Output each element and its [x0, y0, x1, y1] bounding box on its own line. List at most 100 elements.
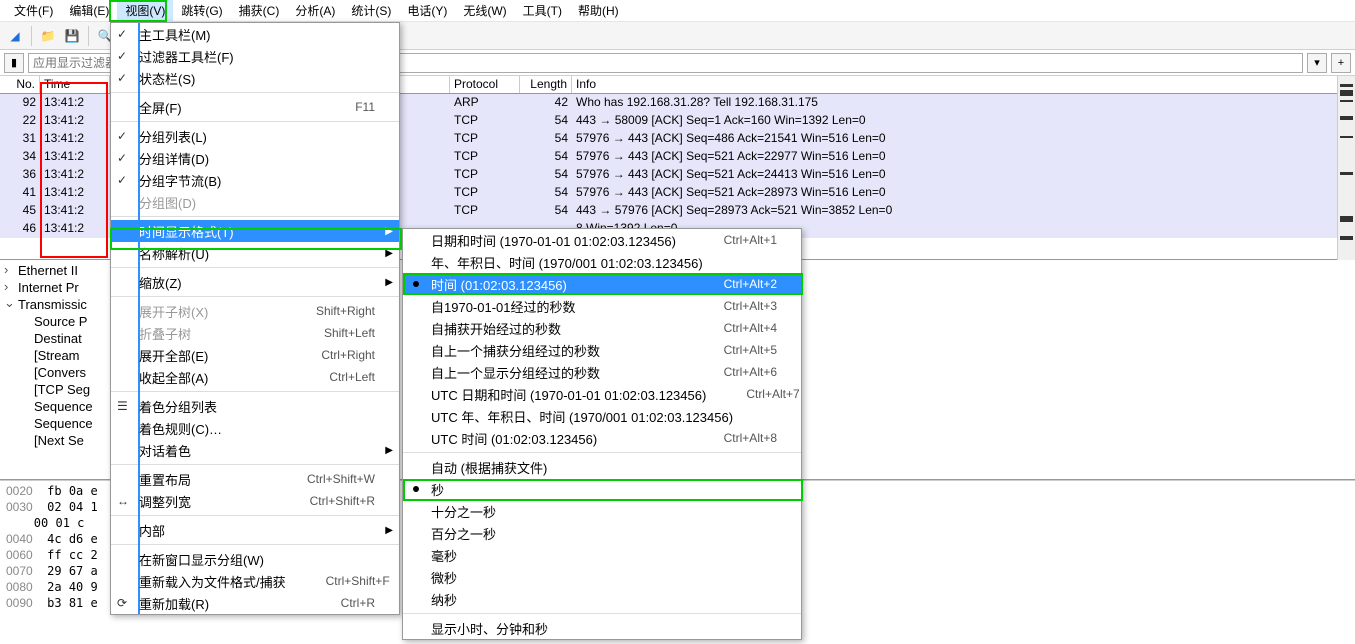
time-format-submenu[interactable]: 日期和时间 (1970-01-01 01:02:03.123456) Ctrl+A…: [402, 228, 802, 640]
menu-item-label: 收起全部(A): [139, 368, 208, 387]
submenu-item[interactable]: 自捕获开始经过的秒数 Ctrl+Alt+4: [403, 317, 801, 339]
check-icon: ✓: [117, 71, 127, 85]
menu-item-label: 缩放(Z): [139, 273, 182, 292]
save-icon[interactable]: 💾: [61, 25, 83, 47]
menu-item-label: 名称解析(U): [139, 244, 209, 263]
menu-帮助h[interactable]: 帮助(H): [570, 0, 627, 21]
menu-item[interactable]: 展开全部(E)Ctrl+Right: [111, 344, 399, 366]
submenu-item-label: UTC 日期和时间 (1970-01-01 01:02:03.123456): [431, 385, 706, 404]
col-time[interactable]: Time: [40, 76, 110, 93]
shortcut: Ctrl+Right: [281, 348, 375, 362]
submenu-item[interactable]: 日期和时间 (1970-01-01 01:02:03.123456)Ctrl+A…: [403, 229, 801, 251]
menu-item-label: 分组图(D): [139, 193, 196, 212]
menu-item-label: 着色规则(C)…: [139, 419, 222, 438]
col-no[interactable]: No.: [0, 76, 40, 93]
menu-item[interactable]: 收起全部(A)Ctrl+Left: [111, 366, 399, 388]
menu-item[interactable]: 在新窗口显示分组(W): [111, 548, 399, 570]
submenu-item[interactable]: UTC 年、年积日、时间 (1970/001 01:02:03.123456): [403, 405, 801, 427]
menu-item[interactable]: 重新载入为文件格式/捕获Ctrl+Shift+F: [111, 570, 399, 592]
menu-icon: ☰: [117, 399, 128, 413]
menu-item[interactable]: 对话着色▶: [111, 439, 399, 461]
submenu-item[interactable]: 自上一个捕获分组经过的秒数Ctrl+Alt+5: [403, 339, 801, 361]
menu-item: 展开子树(X)Shift+Right: [111, 300, 399, 322]
submenu-item-label: 自1970-01-01经过的秒数: [431, 297, 576, 316]
submenu-item-label: 自捕获开始经过的秒数: [431, 319, 561, 338]
submenu-item[interactable]: 自上一个显示分组经过的秒数Ctrl+Alt+6: [403, 361, 801, 383]
filter-expr-button[interactable]: ▾: [1307, 53, 1327, 73]
menu-item[interactable]: 时间显示格式(T)▶: [111, 220, 399, 242]
menu-工具t[interactable]: 工具(T): [515, 0, 570, 21]
submenu-item[interactable]: UTC 日期和时间 (1970-01-01 01:02:03.123456)Ct…: [403, 383, 801, 405]
submenu-item[interactable]: 年、年积日、时间 (1970/001 01:02:03.123456): [403, 251, 801, 273]
menu-电话y[interactable]: 电话(Y): [399, 0, 455, 21]
shark-icon[interactable]: ◢: [4, 25, 26, 47]
menu-编辑e[interactable]: 编辑(E): [61, 0, 117, 21]
menu-item-label: 重新载入为文件格式/捕获: [139, 572, 286, 591]
check-icon: ✓: [117, 173, 127, 187]
shortcut: F11: [315, 100, 375, 114]
menu-item[interactable]: ✓分组字节流(B): [111, 169, 399, 191]
submenu-item-label: UTC 时间 (01:02:03.123456): [431, 429, 597, 448]
submenu-item-label: 显示小时、分钟和秒: [431, 619, 548, 638]
menu-item[interactable]: ☰着色分组列表: [111, 395, 399, 417]
submenu-item[interactable]: UTC 时间 (01:02:03.123456) Ctrl+Alt+8: [403, 427, 801, 449]
menu-item[interactable]: 全屏(F) F11: [111, 96, 399, 118]
scrollbar[interactable]: [1337, 76, 1355, 260]
menu-item-label: 重置布局: [139, 470, 191, 489]
shortcut: Ctrl+Alt+4: [684, 321, 777, 335]
shortcut: Ctrl+Shift+W: [267, 472, 375, 486]
menu-item[interactable]: 着色规则(C)…: [111, 417, 399, 439]
menu-item-label: 过滤器工具栏(F): [139, 47, 234, 66]
submenu-item-label: 百分之一秒: [431, 524, 496, 543]
menu-item-label: 时间显示格式(T): [139, 222, 234, 241]
menu-捕获c[interactable]: 捕获(C): [231, 0, 288, 21]
shortcut: Ctrl+Alt+3: [684, 299, 777, 313]
submenu-item-label: 自上一个显示分组经过的秒数: [431, 363, 600, 382]
menu-item[interactable]: ✓主工具栏(M): [111, 23, 399, 45]
col-len[interactable]: Length: [520, 76, 572, 93]
submenu-item-label: 日期和时间 (1970-01-01 01:02:03.123456): [431, 231, 676, 250]
bookmark-icon[interactable]: ▮: [4, 53, 24, 73]
menu-无线w[interactable]: 无线(W): [455, 0, 514, 21]
menu-item-label: 全屏(F): [139, 98, 182, 117]
menu-item[interactable]: ✓状态栏(S): [111, 67, 399, 89]
submenu-arrow-icon: ▶: [385, 277, 393, 288]
menu-item[interactable]: 名称解析(U)▶: [111, 242, 399, 264]
menu-统计s[interactable]: 统计(S): [343, 0, 399, 21]
menu-item[interactable]: ↔调整列宽Ctrl+Shift+R: [111, 490, 399, 512]
menu-视图v[interactable]: 视图(V): [117, 0, 173, 21]
menu-item[interactable]: 内部▶: [111, 519, 399, 541]
menu-item[interactable]: ✓分组详情(D): [111, 147, 399, 169]
menu-item-label: 主工具栏(M): [139, 25, 211, 44]
submenu-item[interactable]: 秒: [403, 478, 801, 500]
col-proto[interactable]: Protocol: [450, 76, 520, 93]
col-info[interactable]: Info: [572, 76, 1355, 93]
submenu-item[interactable]: 百分之一秒: [403, 522, 801, 544]
submenu-item[interactable]: 毫秒: [403, 544, 801, 566]
submenu-item[interactable]: 微秒: [403, 566, 801, 588]
menu-item[interactable]: 重置布局 Ctrl+Shift+W: [111, 468, 399, 490]
menu-item-label: 折叠子树: [139, 324, 191, 343]
submenu-item[interactable]: 时间 (01:02:03.123456)Ctrl+Alt+2: [403, 273, 801, 295]
filter-add-button[interactable]: +: [1331, 53, 1351, 73]
submenu-item-label: 年、年积日、时间 (1970/001 01:02:03.123456): [431, 253, 703, 272]
submenu-item[interactable]: 纳秒: [403, 588, 801, 610]
submenu-item[interactable]: 十分之一秒: [403, 500, 801, 522]
submenu-item[interactable]: 自1970-01-01经过的秒数 Ctrl+Alt+3: [403, 295, 801, 317]
open-icon[interactable]: 📁: [37, 25, 59, 47]
menu-item[interactable]: ✓过滤器工具栏(F): [111, 45, 399, 67]
menu-item[interactable]: 缩放(Z) ▶: [111, 271, 399, 293]
menu-文件f[interactable]: 文件(F): [6, 0, 61, 21]
menu-跳转g[interactable]: 跳转(G): [173, 0, 230, 21]
submenu-item[interactable]: 自动 (根据捕获文件): [403, 456, 801, 478]
submenu-arrow-icon: ▶: [385, 525, 393, 536]
submenu-item-label: 十分之一秒: [431, 502, 496, 521]
submenu-item[interactable]: 显示小时、分钟和秒: [403, 617, 801, 639]
view-menu[interactable]: ✓主工具栏(M)✓过滤器工具栏(F)✓状态栏(S)全屏(F)F11✓分组列表(L…: [110, 22, 400, 615]
menu-item[interactable]: ⟳重新加载(R)Ctrl+R: [111, 592, 399, 614]
menu-item[interactable]: ✓分组列表(L): [111, 125, 399, 147]
shortcut: Ctrl+Alt+8: [684, 431, 777, 445]
shortcut: Ctrl+R: [301, 596, 375, 610]
menu-分析a[interactable]: 分析(A): [287, 0, 343, 21]
shortcut: Ctrl+Alt+2: [684, 277, 777, 291]
